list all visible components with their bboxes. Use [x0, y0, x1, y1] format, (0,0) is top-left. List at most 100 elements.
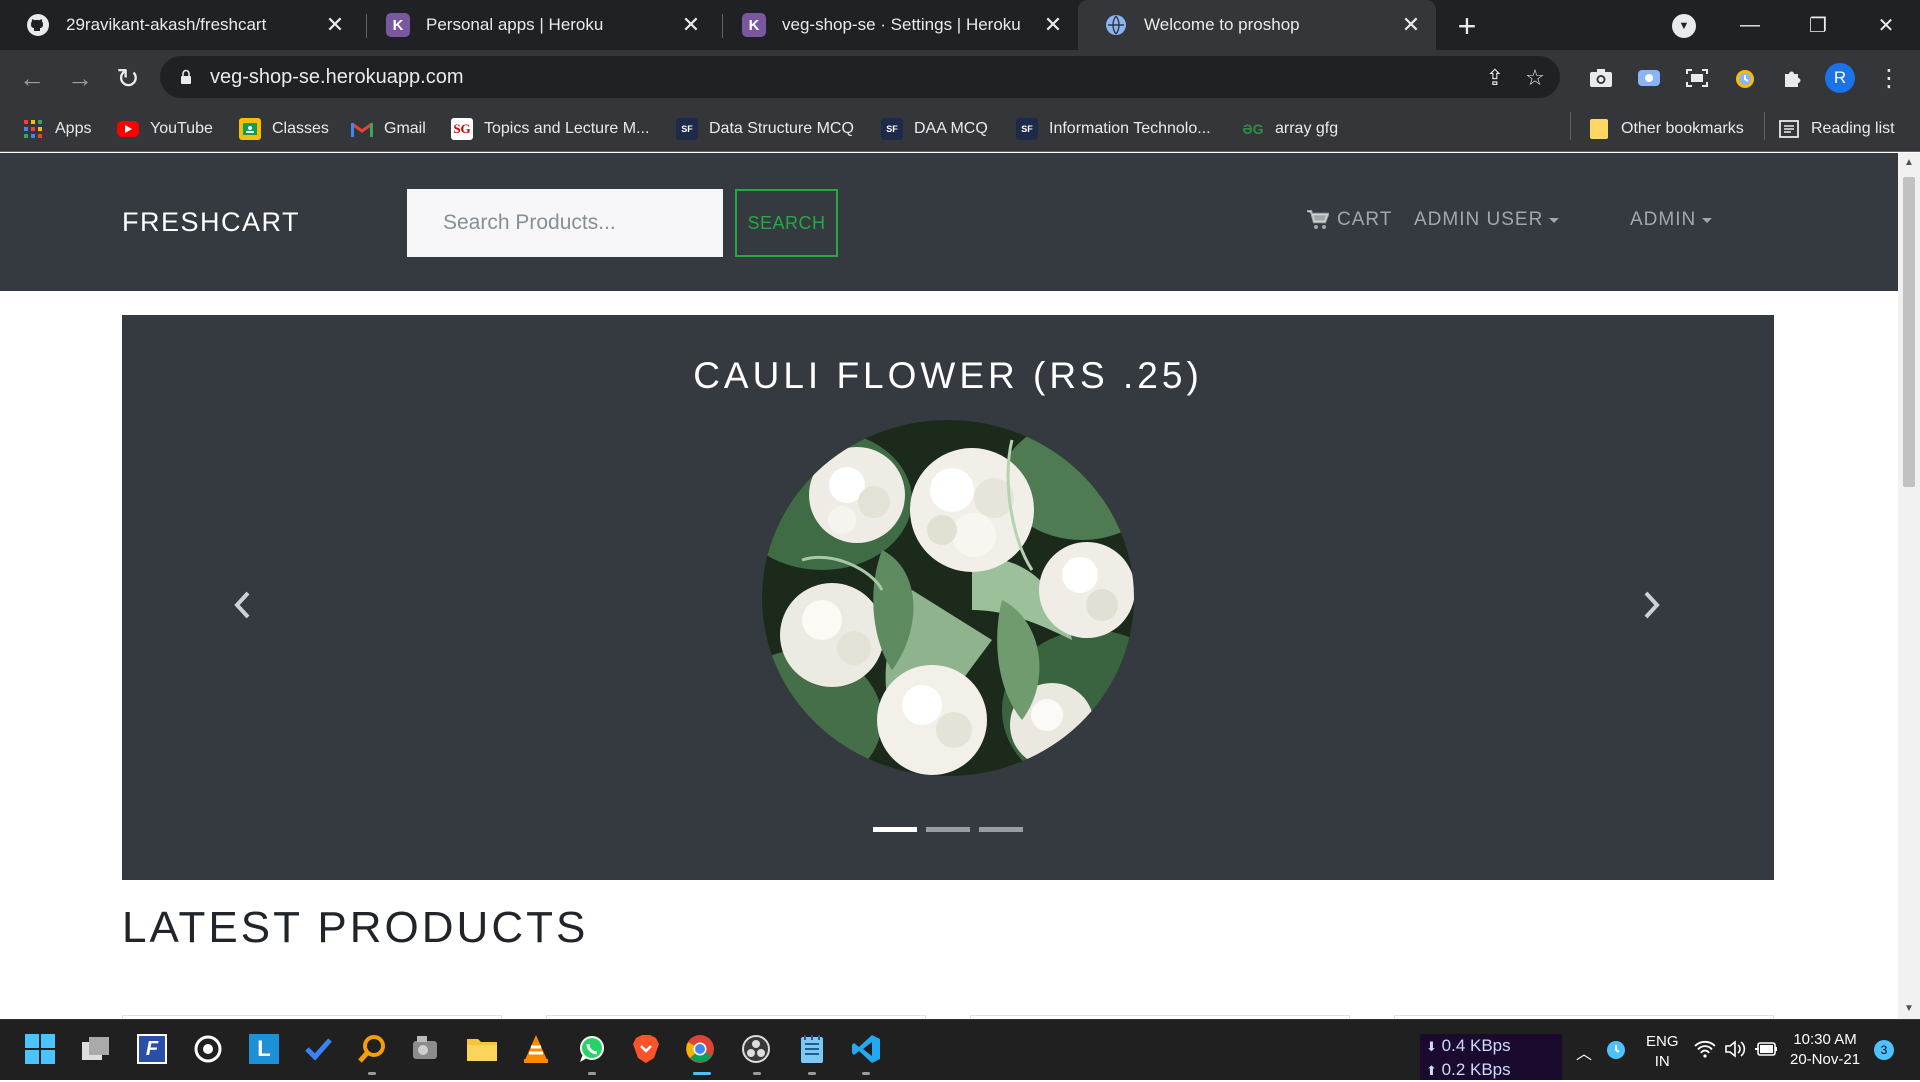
bookmark-star-icon[interactable]: ☆ — [1522, 65, 1548, 91]
upload-speed: 0.2 KBps — [1441, 1060, 1511, 1079]
app-l-icon[interactable]: L — [246, 1031, 282, 1067]
region-code: IN — [1654, 1053, 1670, 1070]
admin-dropdown[interactable]: ADMIN — [1630, 209, 1713, 231]
app-record-icon[interactable] — [190, 1031, 226, 1067]
menu-kebab-icon[interactable]: ⋮ — [1876, 65, 1902, 92]
app-f-icon[interactable]: F — [134, 1031, 170, 1067]
vscode-icon[interactable] — [848, 1031, 884, 1067]
tab-search-icon[interactable]: ▼ — [1672, 14, 1696, 38]
slide-caption[interactable]: CAULI FLOWER (RS .25) — [122, 355, 1774, 397]
search-input[interactable] — [407, 189, 723, 257]
browser-tab[interactable]: 29ravikant-akash/freshcart ✕ — [0, 0, 360, 50]
forward-button[interactable]: → — [62, 60, 98, 96]
close-icon[interactable]: ✕ — [1038, 10, 1068, 40]
bookmark-other-bookmarks[interactable]: Other bookmarks — [1588, 116, 1744, 142]
carousel-next-button[interactable] — [1632, 585, 1672, 625]
apps-grid-icon — [22, 118, 44, 140]
notepad-icon[interactable] — [794, 1031, 830, 1067]
bookmark-classes[interactable]: Classes — [239, 116, 329, 142]
onedrive-sync-icon[interactable] — [1606, 1040, 1626, 1064]
whatsapp-icon[interactable] — [574, 1031, 610, 1067]
battery-icon[interactable] — [1754, 1040, 1778, 1062]
restore-button[interactable]: ❐ — [1790, 0, 1846, 50]
bookmarks-divider — [1764, 112, 1765, 140]
obs-icon[interactable] — [738, 1031, 774, 1067]
page-scrollbar[interactable]: ▲ ▼ — [1898, 153, 1920, 1019]
screenshot-icon[interactable] — [1684, 65, 1710, 91]
scrollbar-thumb[interactable] — [1903, 177, 1915, 487]
running-indicator — [808, 1072, 816, 1075]
url-text: veg-shop-se.herokuapp.com — [210, 66, 464, 88]
todo-check-icon[interactable] — [300, 1031, 336, 1067]
browser-tab-active[interactable]: Welcome to proshop ✕ — [1078, 0, 1436, 50]
back-button[interactable]: ← — [14, 60, 50, 96]
vlc-icon[interactable] — [518, 1031, 554, 1067]
profile-avatar[interactable]: R — [1825, 63, 1855, 93]
bookmark-apps[interactable]: Apps — [22, 116, 91, 142]
bookmark-information-technology[interactable]: SF Information Technolo... — [1016, 116, 1211, 142]
file-explorer-icon[interactable] — [464, 1031, 500, 1067]
close-icon[interactable]: ✕ — [320, 10, 350, 40]
close-icon[interactable]: ✕ — [676, 10, 706, 40]
address-bar[interactable]: veg-shop-se.herokuapp.com ⇪ ☆ — [160, 56, 1560, 98]
brave-icon[interactable] — [628, 1031, 664, 1067]
site-brand[interactable]: FRESHCART — [122, 207, 300, 238]
extensions-puzzle-icon[interactable] — [1780, 65, 1806, 91]
timer-extension-icon[interactable] — [1732, 65, 1758, 91]
start-button[interactable] — [22, 1031, 58, 1067]
carousel-indicator[interactable] — [979, 827, 1023, 832]
chrome-icon[interactable] — [682, 1031, 718, 1067]
reading-list-button[interactable]: Reading list — [1778, 116, 1895, 142]
search-button[interactable]: SEARCH — [735, 189, 838, 257]
github-icon — [26, 13, 50, 37]
product-image-cauliflower[interactable] — [762, 420, 1134, 776]
wifi-icon[interactable] — [1694, 1040, 1716, 1062]
clock-date: 20-Nov-21 — [1790, 1051, 1861, 1068]
volume-icon[interactable] — [1724, 1040, 1746, 1062]
running-indicator — [753, 1072, 761, 1075]
scroll-down-arrow-icon[interactable]: ▼ — [1904, 1003, 1914, 1014]
youtube-icon — [117, 121, 139, 137]
screen-recorder-icon[interactable] — [1636, 65, 1662, 91]
bookmark-label: Gmail — [384, 120, 426, 137]
bookmark-array-gfg[interactable]: ƏG array gfg — [1242, 116, 1338, 142]
web-page: FRESHCART SEARCH CART ADMIN USER ADMIN C… — [0, 153, 1898, 1019]
cart-link[interactable]: CART — [1307, 209, 1392, 231]
language-code: ENG — [1646, 1033, 1679, 1050]
browser-tab[interactable]: K Personal apps | Heroku ✕ — [360, 0, 716, 50]
user-dropdown[interactable]: ADMIN USER — [1414, 209, 1560, 231]
sg-icon: SG — [451, 118, 473, 140]
bookmark-daa-mcq[interactable]: SF DAA MCQ — [881, 116, 988, 142]
bookmark-data-structure-mcq[interactable]: SF Data Structure MCQ — [676, 116, 854, 142]
share-icon[interactable]: ⇪ — [1482, 65, 1508, 91]
video-editor-icon[interactable] — [408, 1031, 444, 1067]
bookmark-label: array gfg — [1275, 120, 1339, 137]
bookmark-youtube[interactable]: YouTube — [117, 116, 213, 142]
camera-extension-icon[interactable] — [1588, 65, 1614, 91]
new-tab-button[interactable]: + — [1450, 8, 1484, 44]
folder-icon — [1588, 118, 1610, 140]
upload-arrow-icon: ⬆ — [1426, 1063, 1437, 1078]
running-indicator — [588, 1072, 596, 1075]
minimize-button[interactable]: — — [1722, 0, 1778, 50]
carousel-indicator[interactable] — [873, 827, 917, 832]
language-indicator[interactable]: ENG IN — [1646, 1032, 1679, 1072]
carousel-indicator[interactable] — [926, 827, 970, 832]
search-magnifier-icon[interactable] — [354, 1031, 390, 1067]
browser-tab[interactable]: K veg-shop-se · Settings | Heroku ✕ — [716, 0, 1078, 50]
reload-button[interactable]: ↻ — [110, 60, 146, 96]
cart-icon — [1307, 210, 1329, 230]
scroll-up-arrow-icon[interactable]: ▲ — [1904, 157, 1914, 168]
bookmark-gmail[interactable]: Gmail — [351, 116, 426, 142]
system-clock[interactable]: 10:30 AM 20-Nov-21 — [1790, 1030, 1860, 1070]
show-hidden-icons-chevron-icon[interactable]: ︿ — [1576, 1040, 1592, 1064]
carousel-prev-button[interactable] — [222, 585, 262, 625]
bookmark-label: YouTube — [150, 120, 213, 137]
task-view-icon[interactable] — [78, 1031, 114, 1067]
close-icon[interactable]: ✕ — [1396, 10, 1426, 40]
window-close-button[interactable]: ✕ — [1858, 0, 1914, 50]
tab-title: veg-shop-se · Settings | Heroku — [782, 15, 1021, 34]
bookmark-label: Reading list — [1811, 120, 1895, 137]
bookmark-topics[interactable]: SG Topics and Lecture M... — [451, 116, 649, 142]
notification-badge[interactable]: 3 — [1874, 1040, 1894, 1060]
